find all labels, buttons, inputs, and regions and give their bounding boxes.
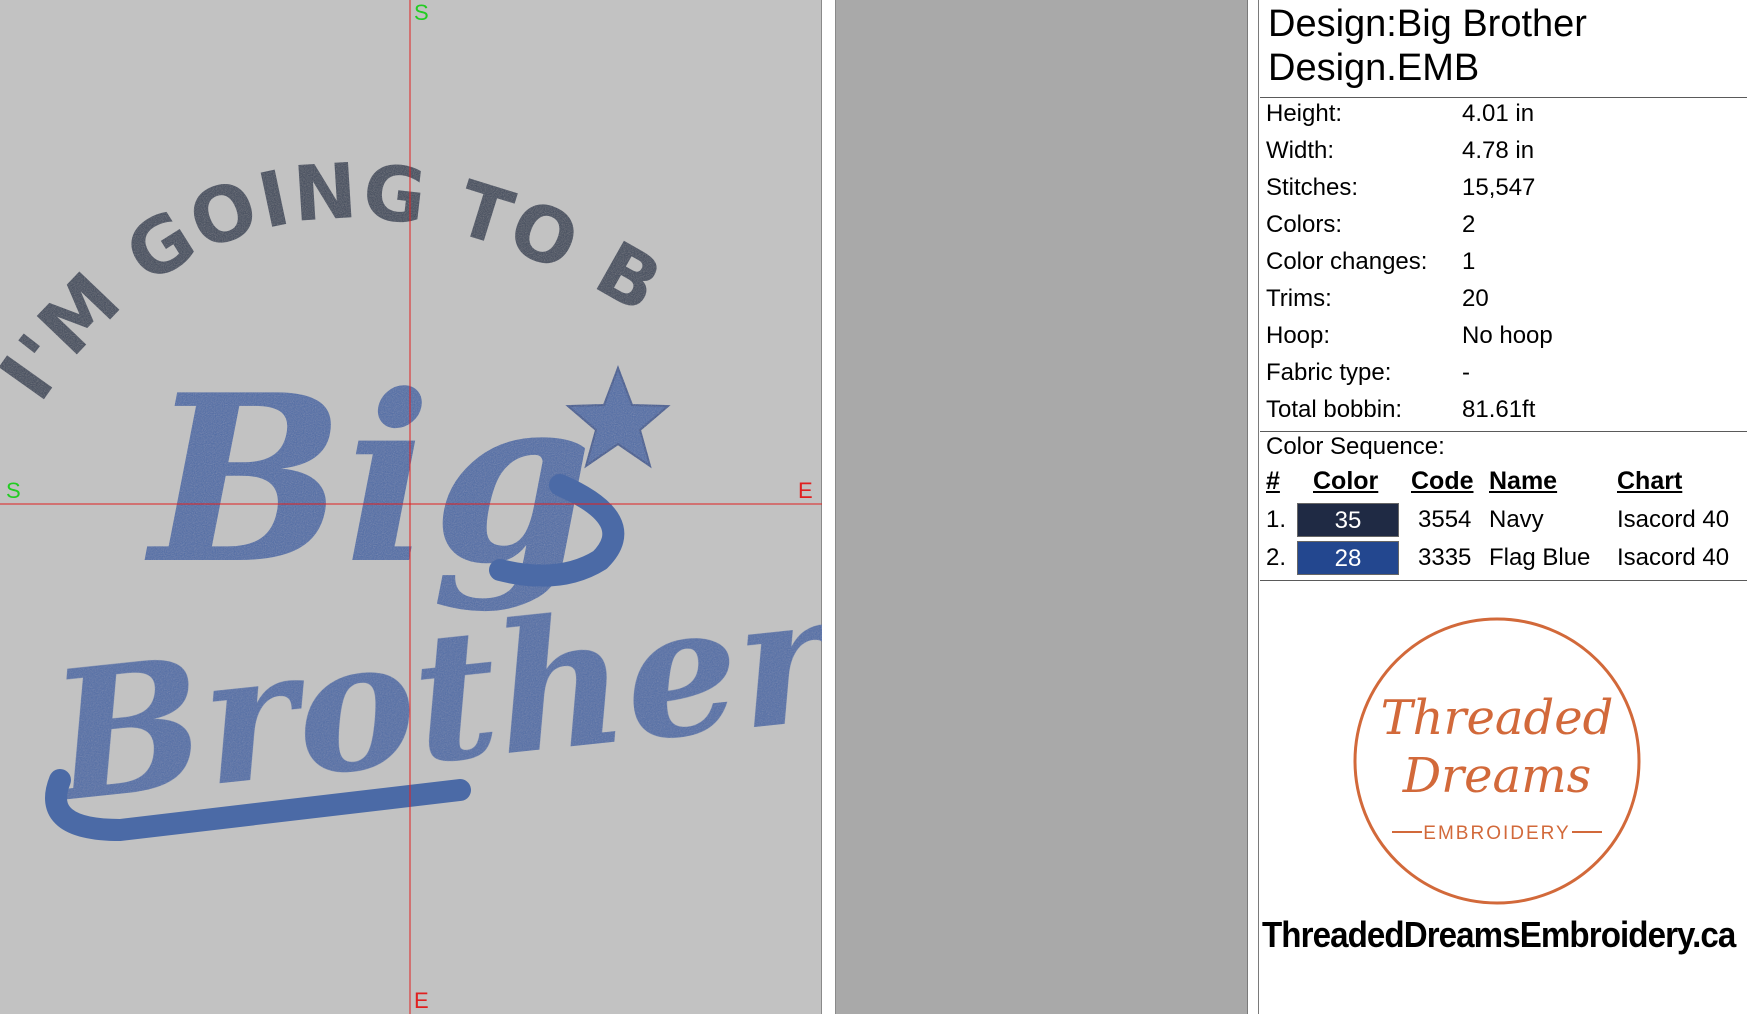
color-sequence-divider	[1260, 580, 1747, 581]
property-label: Fabric type:	[1266, 359, 1392, 386]
column-header-chart: Chart	[1617, 467, 1683, 495]
logo-embroidery: EMBROIDERY	[1423, 823, 1570, 844]
property-value: 4.78 in	[1462, 137, 1535, 164]
color-code: 3335	[1418, 544, 1472, 571]
property-label: Trims:	[1266, 285, 1332, 312]
property-label: Stitches:	[1266, 174, 1359, 201]
property-value: 4.01 in	[1462, 100, 1535, 127]
brand-logo: Threaded Dreams EMBROIDERY	[1350, 614, 1644, 908]
color-name: Flag Blue	[1489, 544, 1591, 571]
color-swatch: 35	[1297, 503, 1399, 537]
axis-marker-left: S	[6, 478, 21, 503]
property-label: Hoop:	[1266, 322, 1331, 349]
property-value: -	[1462, 359, 1470, 386]
property-value: 81.61ft	[1462, 396, 1536, 423]
property-value: 1	[1462, 248, 1476, 275]
info-divider	[1258, 0, 1259, 1014]
logo-threaded: Threaded	[1381, 690, 1614, 746]
property-value: 15,547	[1462, 174, 1536, 201]
embroidery-preview: I'M GOING TO BE A Big Brother	[0, 0, 822, 1014]
property-label: Total bobbin:	[1266, 396, 1403, 423]
design-filename: Design.EMB	[1268, 47, 1480, 89]
logo-dreams: Dreams	[1402, 748, 1592, 804]
empty-preview-pane	[835, 0, 1248, 1014]
property-value: No hoop	[1462, 322, 1553, 349]
color-sequence-title: Color Sequence:	[1266, 433, 1445, 460]
property-value: 20	[1462, 285, 1489, 312]
column-header-code: Code	[1411, 467, 1474, 495]
axis-marker-top: S	[414, 0, 429, 25]
axis-marker-right: E	[798, 478, 813, 503]
property-label: Height:	[1266, 100, 1343, 127]
color-code: 3554	[1418, 506, 1472, 533]
column-header-num: #	[1266, 467, 1280, 495]
design-canvas[interactable]: I'M GOING TO BE A Big Brother S S E E	[0, 0, 822, 1014]
color-name: Navy	[1489, 506, 1544, 533]
title-divider	[1260, 97, 1747, 98]
website-url: ThreadedDreamsEmbroidery.ca	[1262, 914, 1736, 955]
property-label: Colors:	[1266, 211, 1343, 238]
color-chart: Isacord 40	[1617, 506, 1730, 533]
color-row-number: 2.	[1266, 544, 1287, 571]
design-title: Design:Big Brother Design.EMB	[1268, 2, 1587, 90]
property-value: 2	[1462, 211, 1476, 238]
color-chart: Isacord 40	[1617, 544, 1730, 571]
column-header-name: Name	[1489, 467, 1558, 495]
column-header-color: Color	[1313, 467, 1379, 495]
color-row-number: 1.	[1266, 506, 1287, 533]
design-name: Design:Big Brother	[1268, 3, 1587, 45]
property-label: Width:	[1266, 137, 1335, 164]
axis-marker-bottom: E	[414, 988, 429, 1013]
property-label: Color changes:	[1266, 248, 1428, 275]
pane-gap	[822, 0, 835, 1014]
color-swatch: 28	[1297, 541, 1399, 575]
